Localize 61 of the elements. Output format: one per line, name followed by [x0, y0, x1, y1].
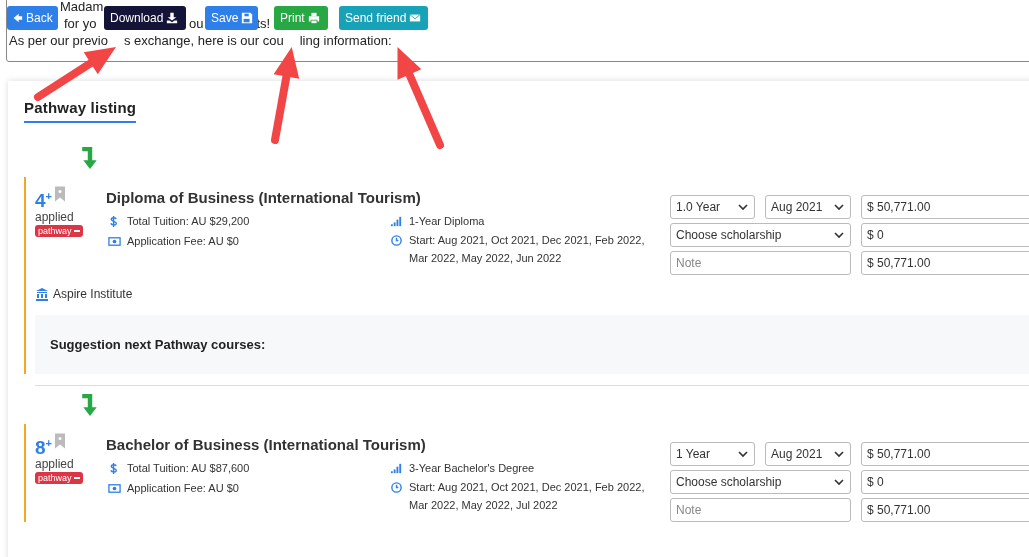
discount-field[interactable]: $ 0	[861, 470, 1029, 494]
detail-text: Total Tuition: AU $29,200	[127, 215, 250, 227]
banknote-icon	[108, 234, 121, 248]
back-button[interactable]: Back	[7, 6, 58, 30]
applied-label: applied	[35, 211, 75, 224]
detail-text: 3-Year Bachelor's Degree	[409, 462, 535, 474]
institution-name: Aspire Institute	[53, 287, 133, 301]
chevron-down-icon	[737, 448, 749, 460]
chevron-down-icon	[833, 201, 845, 213]
applied-count: 4$^{+}$	[35, 189, 52, 212]
chevron-down-icon	[833, 476, 845, 488]
download-icon	[166, 12, 179, 24]
select-field[interactable]: 1.0 Year	[670, 195, 755, 219]
download-button[interactable]: Download	[104, 6, 186, 30]
envelope-icon	[409, 12, 422, 24]
section-title: Pathway listing	[24, 99, 137, 123]
suggestion-title: Suggestion next Pathway courses:	[50, 337, 266, 352]
course-title: Diploma of Business (International Tourism)	[106, 189, 421, 206]
select-field[interactable]: Aug 2021	[765, 195, 851, 219]
select-field[interactable]: Choose scholarship	[670, 223, 851, 247]
select-field[interactable]: Choose scholarship	[670, 470, 851, 494]
message-text: ou	[189, 15, 204, 32]
select-field[interactable]: Aug 2021	[765, 442, 851, 466]
note-field[interactable]: Note	[670, 251, 851, 275]
course-title: Bachelor of Business (International Tourism)	[106, 436, 426, 453]
message-text: ling information:	[299, 32, 392, 49]
save-button[interactable]: Save	[205, 6, 258, 30]
detail-text: Start: Aug 2021, Oct 2021, Dec 2021, Feb 2022, Mar 2022, May 2022, Jul 2022	[409, 480, 645, 513]
banknote-icon	[108, 481, 121, 495]
clock-icon	[390, 234, 403, 247]
total-field[interactable]: $ 50,771.00	[861, 498, 1029, 522]
message-text: As per our previo	[9, 32, 108, 49]
detail-text: Start: Aug 2021, Oct 2021, Dec 2021, Feb 2022, Mar 2022, May 2022, Jun 2022	[409, 233, 645, 266]
chevron-down-icon	[833, 448, 845, 460]
chevron-down-icon	[737, 201, 749, 213]
signal-bars-icon	[390, 214, 403, 228]
bookmark-icon	[54, 433, 66, 449]
signal-bars-icon	[390, 461, 403, 475]
printer-icon	[307, 12, 320, 24]
clock-icon	[390, 481, 403, 494]
message-text: Madam	[60, 0, 104, 15]
detail-text: 1-Year Diploma	[409, 215, 485, 227]
detail-text: Application Fee: AU $0	[127, 482, 239, 494]
price-field[interactable]: $ 50,771.00	[861, 442, 1029, 466]
applied-count: 8$^{+}$	[35, 436, 52, 459]
pathway-badge: pathway	[35, 472, 83, 485]
price-field[interactable]: $ 50,771.00	[861, 195, 1029, 219]
total-field[interactable]: $ 50,771.00	[861, 251, 1029, 275]
detail-text: Application Fee: AU $0	[127, 235, 239, 247]
message-text: for yo	[64, 15, 98, 32]
message-text: s exchange, here is our cou	[124, 32, 284, 49]
bank-icon	[35, 287, 49, 301]
chevron-down-icon	[833, 229, 845, 241]
arrow-left-icon	[11, 12, 23, 24]
discount-field[interactable]: $ 0	[861, 223, 1029, 247]
select-field[interactable]: 1 Year	[670, 442, 755, 466]
note-field[interactable]: Note	[670, 498, 851, 522]
bookmark-icon	[54, 186, 66, 202]
applied-label: applied	[35, 458, 75, 471]
detail-text: Total Tuition: AU $87,600	[127, 462, 250, 474]
pathway-badge: pathway	[35, 225, 83, 238]
